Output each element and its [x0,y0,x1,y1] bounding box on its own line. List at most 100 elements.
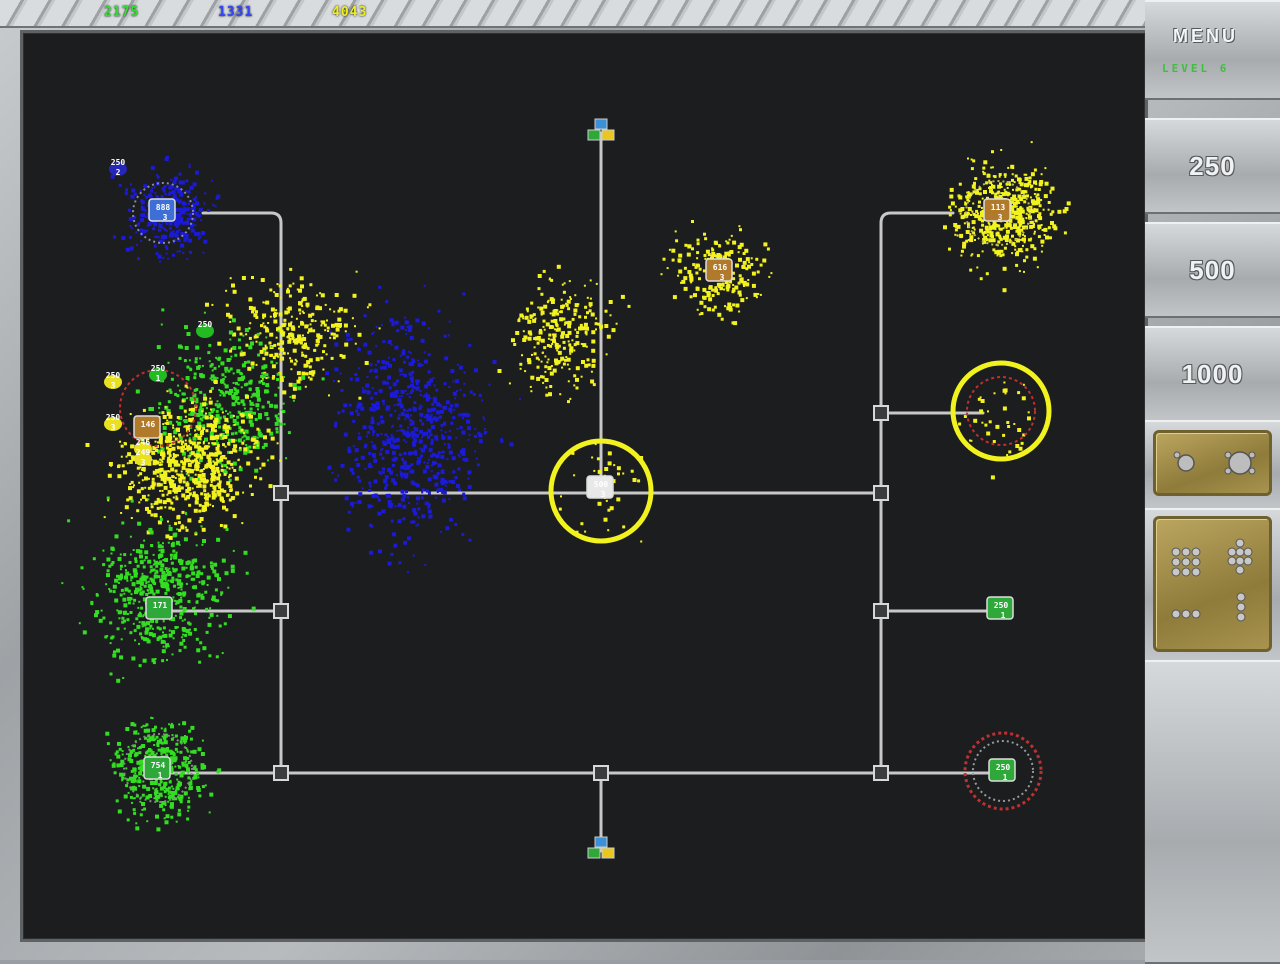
unit-particle [103,516,106,519]
unit-particle [971,253,974,256]
unit-particle [163,471,167,475]
unit-particle [119,440,122,443]
node-yellow-small[interactable]: 6163 [705,258,733,282]
unit-particle [331,323,335,328]
unit-particle [740,298,745,303]
unit-particle [419,457,422,460]
node-contested[interactable]: 146 [133,415,161,439]
unit-particle [238,346,242,350]
unit-particle [85,443,90,447]
node-right-250[interactable]: 2501 [986,596,1014,620]
unit-particle [440,454,445,459]
unit-particle [192,749,197,754]
unit-particle [201,410,204,413]
unit-particle [106,569,110,573]
unit-particle [462,496,467,501]
unit-particle [562,304,566,308]
unit-particle [267,459,269,462]
unit-group-label[interactable]: 250 [196,320,214,338]
unit-particle [172,424,175,427]
unit-group-label[interactable]: 2502 [109,158,127,177]
board-canvas[interactable]: 8883 1133 6163 5003 171 7541 2501 2501 146 2502 25… [23,33,1145,939]
unit-particle [138,600,141,603]
unit-particle [237,383,240,386]
unit-particle [170,724,174,729]
unit-particle [192,776,196,780]
unit-particle [199,441,201,444]
unit-particle [368,452,372,455]
unit-particle [221,411,224,414]
unit-group-label[interactable]: 2503 [104,371,122,390]
send-500-button[interactable]: 500 [1145,222,1280,318]
unit-particle [703,254,707,257]
large-unit-icon[interactable] [1224,451,1256,475]
unit-particle [115,750,119,754]
unit-size-selector[interactable] [1153,430,1272,496]
unit-particle [549,297,554,302]
unit-particle [140,200,145,205]
unit-particle [124,575,127,579]
small-unit-icon[interactable] [1173,451,1195,472]
unit-particle [216,484,219,487]
unit-particle [560,334,565,339]
node-yellow-top-right[interactable]: 1133 [983,198,1011,222]
unit-particle [1013,223,1018,228]
unit-particle [182,480,186,484]
unit-particle [184,633,188,637]
unit-particle [981,250,984,253]
unit-particle [985,272,989,276]
unit-particle [119,593,123,597]
menu-button[interactable]: MENU [1173,26,1238,47]
unit-particle [383,479,387,484]
send-250-button[interactable]: 250 [1145,118,1280,214]
spawn-point-bottom[interactable] [587,836,615,859]
unit-particle [255,316,259,319]
node-blue-base[interactable]: 8883 [148,198,176,222]
game-board[interactable]: 888 3 113 3 616 3 500 3 171 754 1 250 1 250 1 146 250 2 25… [20,30,1148,942]
unit-particle [173,584,176,588]
node-center[interactable]: 5003 [586,475,614,499]
unit-particle [958,422,962,426]
unit-particle [948,205,952,209]
unit-particle [264,301,267,304]
unit-particle [407,496,409,499]
unit-particle [569,346,574,351]
node-right-bottom[interactable]: 2501 [988,758,1016,782]
unit-particle [301,353,305,357]
node-green-bottom[interactable]: 7541 [143,756,171,780]
unit-particle [391,478,396,483]
unit-particle [298,325,300,328]
unit-particle [981,206,983,209]
unit-particle [132,622,135,625]
unit-particle [150,485,154,489]
unit-particle [184,526,187,529]
unit-particle [1020,247,1023,250]
unit-particle [384,475,389,480]
unit-particle [130,517,133,519]
unit-particle [133,584,136,587]
send-1000-button[interactable]: 1000 [1145,326,1280,422]
unit-particle [727,253,731,257]
unit-particle [201,231,205,235]
unit-particle [334,424,338,428]
unit-particle [1049,212,1053,216]
unit-particle [189,185,194,190]
unit-particle [398,561,402,565]
unit-group-label[interactable]: 2501 [149,364,167,383]
unit-particle [206,584,209,586]
unit-particle [177,573,182,578]
unit-particle [443,405,447,410]
unit-particle [409,414,412,417]
unit-particle [124,564,127,567]
unit-particle [140,240,143,243]
unit-particle [351,505,354,508]
unit-particle [705,249,710,254]
node-green-mid[interactable]: 171 [145,596,173,620]
unit-particle [243,447,248,452]
formation-selector[interactable] [1153,516,1272,652]
unit-particle [668,248,671,251]
unit-particle [153,744,156,746]
unit-group-label[interactable]: 2503 [104,413,122,432]
unit-particle [387,375,391,380]
unit-particle [591,330,596,335]
